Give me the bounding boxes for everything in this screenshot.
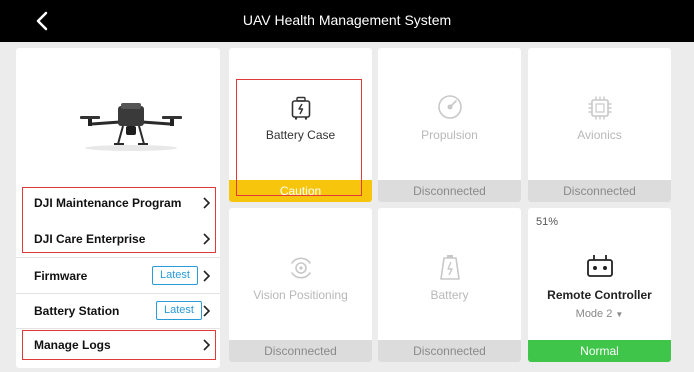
battery-percent: 51% xyxy=(536,216,559,228)
tile-label: Battery Case xyxy=(265,128,336,142)
chevron-right-icon xyxy=(203,339,210,351)
remote-controller-icon xyxy=(586,255,613,277)
tile-battery-case[interactable]: Battery Case Caution xyxy=(229,48,372,202)
tile-label: Battery xyxy=(430,288,469,302)
menu-label-care: DJI Care Enterprise xyxy=(34,232,146,246)
status-badge: Disconnected xyxy=(528,180,671,202)
tile-label: Vision Positioning xyxy=(253,288,348,302)
caret-down-icon: ▼ xyxy=(615,310,624,319)
propulsion-icon xyxy=(437,95,462,119)
top-bar: UAV Health Management System xyxy=(0,0,694,42)
chevron-right-icon xyxy=(203,233,210,245)
vision-sensor-icon xyxy=(290,257,311,279)
tile-vision-positioning[interactable]: Vision Positioning Disconnected xyxy=(229,208,372,362)
menu-item-firmware[interactable]: Firmware Latest xyxy=(16,259,220,293)
tile-propulsion[interactable]: Propulsion Disconnected xyxy=(378,48,521,202)
menu-item-battery-station[interactable]: Battery Station Latest xyxy=(16,294,220,328)
battery-station-status-badge: Latest xyxy=(156,301,202,320)
chevron-right-icon xyxy=(203,197,210,209)
firmware-status-badge: Latest xyxy=(152,266,198,285)
battery-case-icon xyxy=(291,96,310,120)
chevron-right-icon xyxy=(203,270,210,282)
tile-remote-controller[interactable]: 51% Remote Controller Mode 2 ▼ Normal xyxy=(528,208,671,362)
status-badge: Caution xyxy=(229,180,372,202)
tile-label: Remote Controller xyxy=(547,288,652,302)
battery-icon xyxy=(439,255,460,280)
status-badge: Disconnected xyxy=(378,340,521,362)
tile-avionics[interactable]: Avionics Disconnected xyxy=(528,48,671,202)
mode-select[interactable]: Mode 2 ▼ xyxy=(528,308,671,320)
chevron-right-icon xyxy=(203,305,210,317)
status-badge: Normal xyxy=(528,340,671,362)
divider xyxy=(16,257,220,258)
status-badge: Disconnected xyxy=(378,180,521,202)
menu-label-logs: Manage Logs xyxy=(34,338,111,352)
avionics-chip-icon xyxy=(588,96,611,120)
left-panel: DJI Maintenance Program DJI Care Enterpr… xyxy=(16,48,220,368)
menu-label-maintenance: DJI Maintenance Program xyxy=(34,196,182,210)
tile-label: Avionics xyxy=(577,128,622,142)
drone-image xyxy=(80,103,182,151)
menu-item-care[interactable]: DJI Care Enterprise xyxy=(16,222,220,256)
page-title: UAV Health Management System xyxy=(242,12,452,28)
menu-label-firmware: Firmware xyxy=(34,269,88,283)
menu-item-maintenance[interactable]: DJI Maintenance Program xyxy=(16,186,220,220)
tile-label: Propulsion xyxy=(421,128,478,142)
tile-battery[interactable]: Battery Disconnected xyxy=(378,208,521,362)
status-badge: Disconnected xyxy=(229,340,372,362)
mode-value: Mode 2 xyxy=(575,308,613,320)
menu-item-logs[interactable]: Manage Logs xyxy=(16,328,220,362)
menu-label-battery-station: Battery Station xyxy=(34,304,120,318)
